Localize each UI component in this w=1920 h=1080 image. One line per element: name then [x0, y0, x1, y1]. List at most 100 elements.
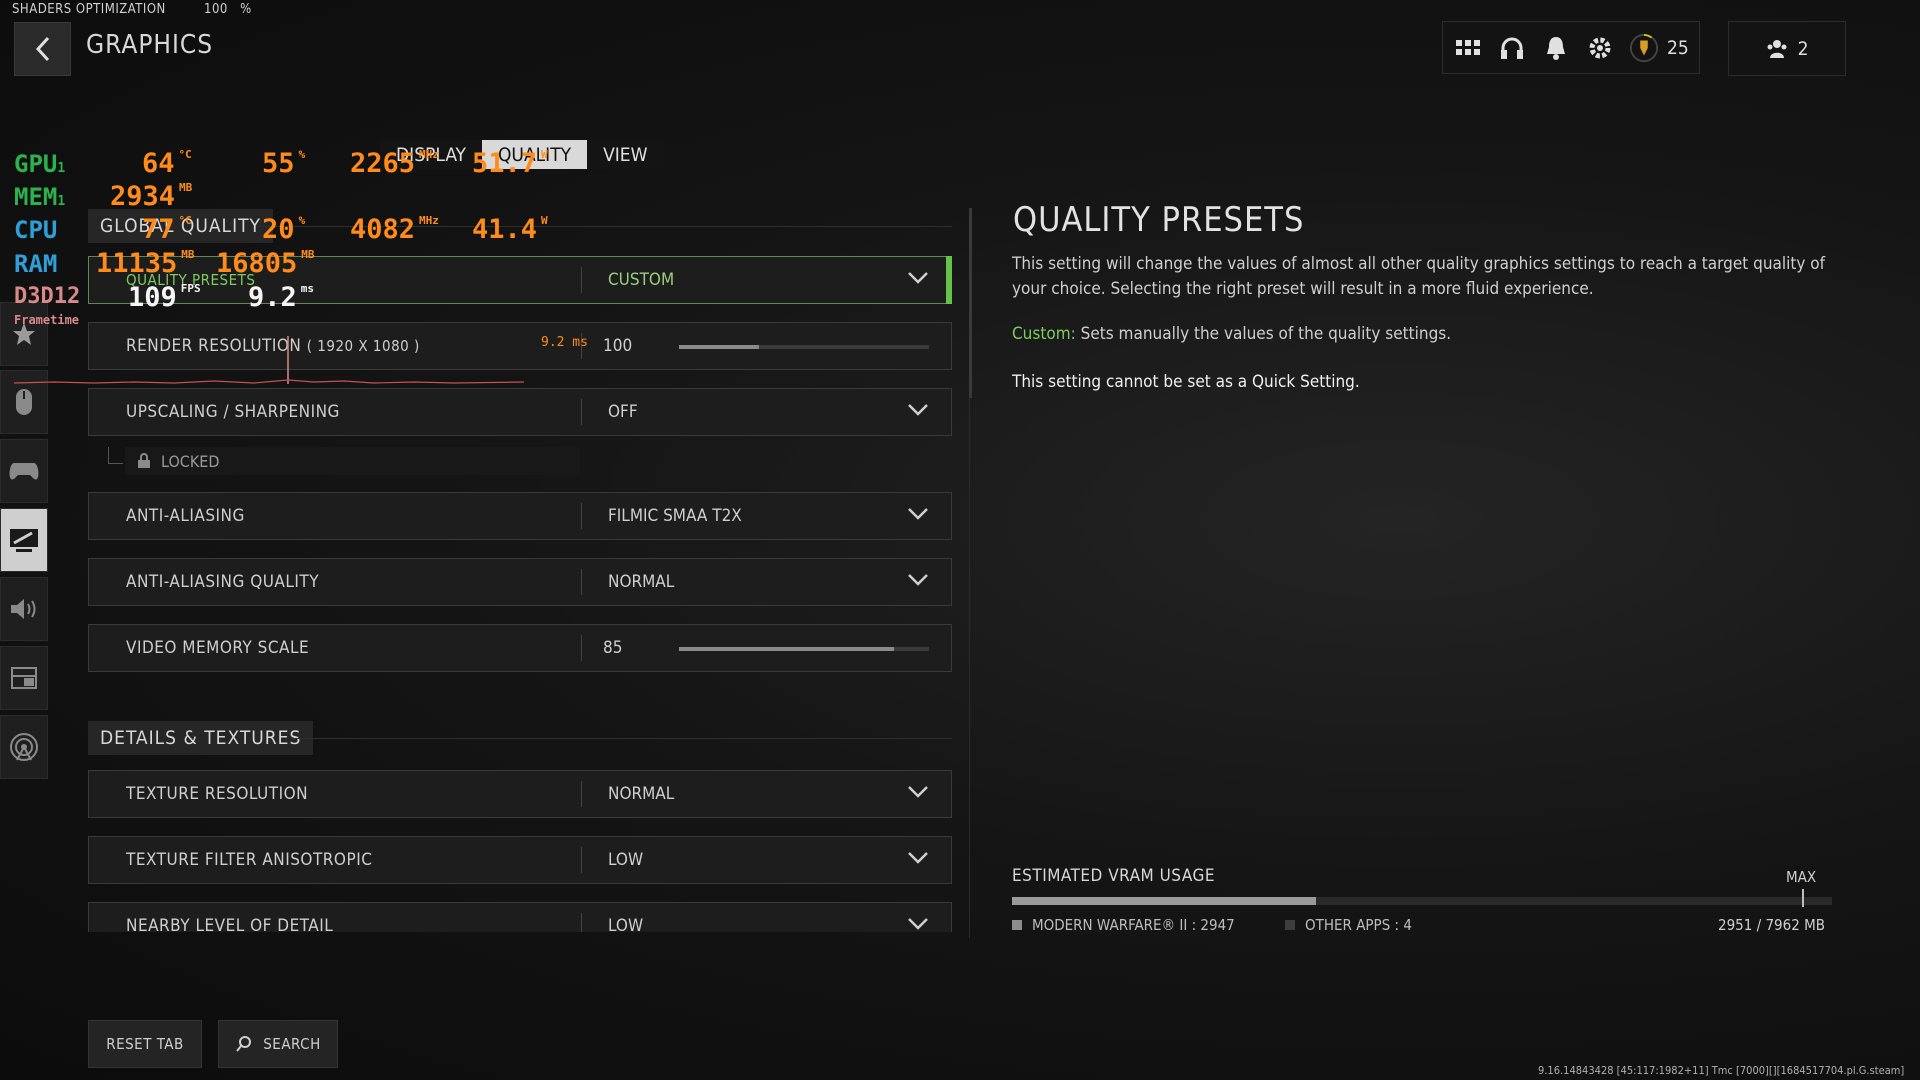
setting-texture-resolution[interactable]: TEXTURE RESOLUTION NORMAL: [88, 770, 952, 818]
render-resolution-slider[interactable]: [679, 345, 929, 349]
setting-label: VIDEO MEMORY SCALE: [126, 638, 310, 658]
unit: MB: [181, 248, 195, 261]
sidebar-graphics[interactable]: [0, 508, 48, 572]
back-button[interactable]: [14, 22, 71, 76]
party-button[interactable]: 2: [1728, 21, 1846, 76]
setting-label: ANTI-ALIASING: [126, 506, 245, 526]
panel-note: This setting cannot be set as a Quick Se…: [1012, 372, 1360, 392]
search-label: SEARCH: [263, 1035, 321, 1053]
legend-swatch: [1012, 920, 1022, 930]
interface-icon: [11, 667, 37, 689]
cpu-load: 20: [262, 214, 295, 245]
notification-bell-icon[interactable]: [1541, 33, 1571, 63]
chevron-down-icon: [908, 508, 928, 520]
setting-value: LOW: [608, 850, 644, 870]
overlay-fps: 109 FPS: [128, 282, 201, 313]
controller-icon: [9, 463, 39, 480]
mem-value: 2934: [110, 181, 176, 212]
sidebar-network[interactable]: [0, 715, 48, 779]
row-divider: [581, 267, 582, 293]
locked-sub-setting: LOCKED: [125, 447, 580, 475]
setting-video-memory-scale[interactable]: VIDEO MEMORY SCALE 85: [88, 624, 952, 672]
unit: MB: [179, 181, 193, 194]
sidebar-audio[interactable]: [0, 577, 48, 641]
vram-max-marker: [1802, 889, 1804, 907]
legend-swatch: [1285, 920, 1295, 930]
chevron-down-icon: [908, 272, 928, 284]
setting-value: NORMAL: [608, 572, 675, 592]
party-members-icon: [1767, 39, 1787, 58]
player-level: 25: [1667, 36, 1689, 59]
tab-view[interactable]: VIEW: [587, 140, 664, 169]
shader-label: SHADERS OPTIMIZATION: [12, 2, 166, 17]
settings-list-clip: NEARBY LEVEL OF DETAIL LOW: [88, 902, 952, 932]
panel-description: This setting will change the values of a…: [1012, 254, 1826, 299]
headset-icon[interactable]: [1497, 33, 1527, 63]
overlay-frametime: 9.2 ms: [248, 282, 314, 313]
cpu-clock: 4082: [350, 214, 416, 245]
gpu-label: GPU: [14, 150, 58, 178]
setting-value: CUSTOM: [608, 270, 675, 290]
grid-menu-icon[interactable]: [1453, 33, 1483, 63]
overlay-ram-label: RAM: [14, 250, 57, 278]
setting-value: LOW: [608, 916, 644, 932]
setting-nearby-lod[interactable]: NEARBY LEVEL OF DETAIL LOW: [88, 902, 952, 932]
setting-value: FILMIC SMAA T2X: [608, 506, 742, 526]
overlay-gpu-load: 55%: [262, 148, 305, 179]
fps-value: 109: [128, 282, 177, 313]
vram-legend-other: OTHER APPS : 4: [1285, 916, 1412, 934]
row-divider: [581, 635, 582, 661]
legend-game-text: MODERN WARFARE® II : 2947: [1032, 916, 1235, 934]
scrollbar-thumb[interactable]: [969, 208, 972, 398]
chevron-down-icon: [908, 852, 928, 864]
setting-label: TEXTURE FILTER ANISOTROPIC: [126, 850, 373, 870]
row-divider: [581, 781, 582, 807]
lock-icon: [138, 453, 150, 468]
chevron-left-icon: [35, 36, 49, 62]
setting-texture-filter[interactable]: TEXTURE FILTER ANISOTROPIC LOW: [88, 836, 952, 884]
panel-custom-line: Custom: Sets manually the values of the …: [1012, 324, 1451, 344]
unit: MB: [301, 248, 315, 261]
row-divider: [581, 503, 582, 529]
settings-gear-icon[interactable]: [1585, 33, 1615, 63]
shader-unit: %: [240, 2, 252, 17]
mem-index: 1: [57, 194, 66, 209]
row-divider: [581, 569, 582, 595]
chevron-down-icon: [908, 404, 928, 416]
unit: W: [541, 214, 548, 227]
unit: °C: [178, 214, 192, 227]
chevron-down-icon: [908, 786, 928, 798]
frametime-value: 9.2: [248, 282, 297, 313]
mem-label: MEM: [14, 183, 58, 211]
setting-anti-aliasing[interactable]: ANTI-ALIASING FILMIC SMAA T2X: [88, 492, 952, 540]
frametime-graph: [14, 336, 525, 384]
unit: %: [298, 214, 306, 227]
setting-anti-aliasing-quality[interactable]: ANTI-ALIASING QUALITY NORMAL: [88, 558, 952, 606]
unit: %: [298, 148, 306, 161]
section-divider: [290, 738, 952, 739]
sidebar-controller[interactable]: [0, 439, 48, 503]
overlay-cpu-clock: 4082 MHz: [350, 214, 439, 245]
video-memory-slider[interactable]: [679, 647, 929, 651]
overlay-api-label: D3D12: [14, 284, 80, 309]
setting-upscaling[interactable]: UPSCALING / SHARPENING OFF: [88, 388, 952, 436]
gpu-load: 55: [262, 148, 295, 179]
chevron-down-icon: [908, 918, 928, 930]
cpu-label: CPU: [14, 216, 58, 244]
rank-badge-icon[interactable]: [1629, 33, 1659, 63]
slider-fill: [679, 647, 894, 651]
scrollbar-track[interactable]: [969, 398, 970, 938]
overlay-gpu-power: 51.7 W: [472, 148, 548, 179]
reset-tab-button[interactable]: RESET TAB: [88, 1020, 202, 1068]
overlay-cpu-power: 41.4 W: [472, 214, 548, 245]
selected-indicator: [946, 256, 952, 304]
slider-fill: [679, 345, 759, 349]
party-count: 2: [1797, 37, 1809, 60]
search-button[interactable]: SEARCH: [218, 1020, 338, 1068]
gpu-clock: 2265: [350, 148, 416, 179]
sidebar-interface[interactable]: [0, 646, 48, 710]
build-info: 9.16.14843428 [45:117:1982+11] Tmc [7000…: [1538, 1064, 1905, 1077]
section-details-textures: DETAILS & TEXTURES: [88, 721, 314, 755]
ram-label: RAM: [14, 250, 58, 278]
vram-title: ESTIMATED VRAM USAGE: [1012, 866, 1216, 886]
